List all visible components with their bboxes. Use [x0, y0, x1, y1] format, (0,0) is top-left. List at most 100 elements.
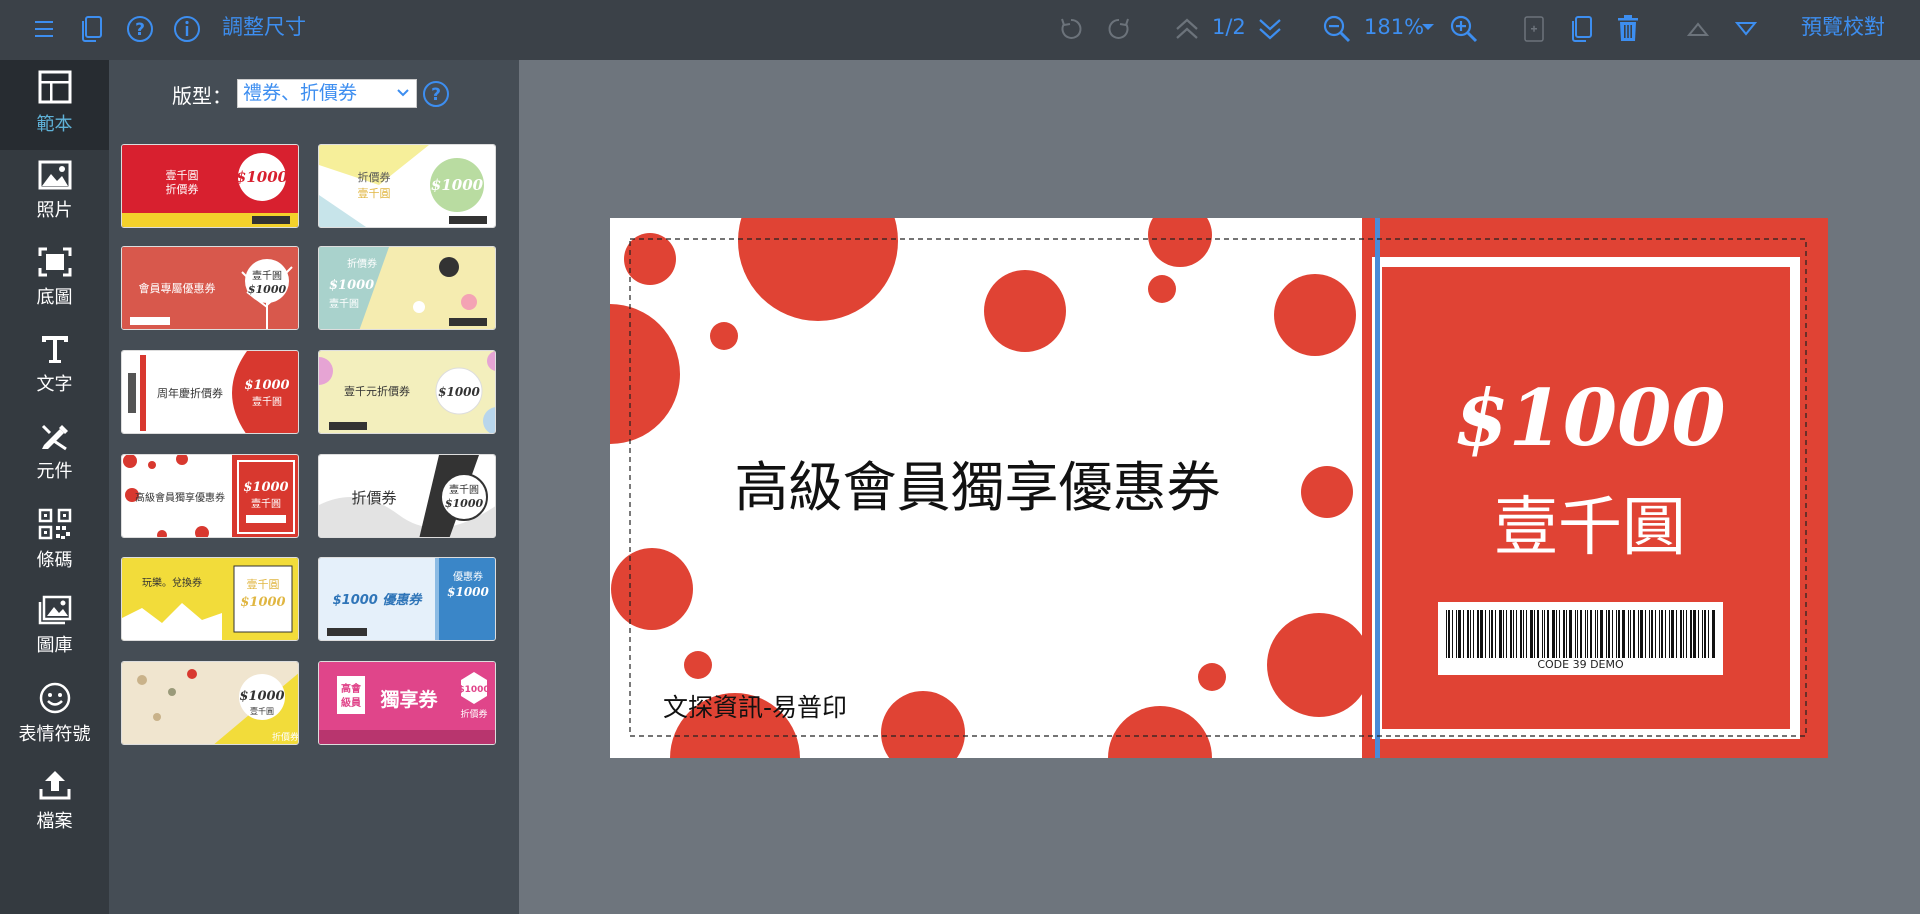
coupon-title[interactable]: 高級會員獨享優惠券	[610, 443, 1345, 522]
sidebar-item-label: 範本	[36, 114, 73, 135]
component-icon	[41, 424, 68, 451]
thumb-badge: 高會	[341, 682, 362, 695]
upload-icon	[39, 771, 70, 800]
thumb-subtitle: 壹千圓	[252, 395, 282, 408]
template-thumbnail[interactable]: 折價券 壹千圓 $1000	[318, 144, 496, 228]
thumb-amount: $1000	[329, 278, 374, 293]
thumb-amount: $1000	[447, 585, 489, 599]
pages-icon[interactable]	[80, 15, 104, 43]
copy-page-icon[interactable]	[1570, 15, 1594, 43]
sidebar-item-label: 條碼	[36, 550, 73, 571]
sidebar-item-text[interactable]: 文字	[0, 324, 109, 410]
template-thumbnail[interactable]: 壹千元折價券 $1000	[318, 350, 496, 434]
photo-icon	[38, 160, 71, 190]
sidebar-item-label: 表情符號	[18, 724, 91, 745]
template-help-icon[interactable]: ?	[422, 80, 450, 112]
thumb-title: 折價券	[351, 489, 396, 507]
template-type-label: 版型：	[172, 84, 232, 108]
sidebar-item-label: 元件	[36, 461, 73, 482]
next-page-icon[interactable]	[1257, 16, 1283, 42]
sidebar-item-templates[interactable]: 範本	[0, 60, 109, 150]
svg-text:?: ?	[431, 85, 441, 105]
chevron-down-icon	[397, 89, 409, 97]
thumb-subtitle: 壹千圓	[449, 483, 479, 496]
template-type-value: 禮券、折價券	[243, 82, 358, 104]
text-icon	[41, 336, 68, 363]
thumb-subtitle: 折價券	[166, 182, 199, 196]
zoom-level[interactable]: 181%	[1364, 17, 1424, 38]
coupon-amount-text[interactable]: 壹千圓	[1380, 476, 1800, 568]
background-icon	[38, 247, 71, 277]
thumb-subtitle: 壹千圓	[250, 706, 274, 716]
preview-button[interactable]: 預覽校對	[1801, 17, 1885, 38]
sidebar-item-barcode[interactable]: 條碼	[0, 498, 109, 584]
template-thumbnail[interactable]: $1000 優惠券 優惠券 $1000	[318, 557, 496, 641]
move-down-icon[interactable]	[1735, 20, 1757, 38]
sidebar-item-label: 檔案	[36, 811, 73, 832]
sidebar-item-background[interactable]: 底圖	[0, 237, 109, 323]
thumb-subtitle: 壹千圓	[252, 269, 282, 282]
add-page-icon[interactable]	[1523, 16, 1545, 42]
thumb-amount: $1000	[431, 176, 484, 194]
svg-text:?: ?	[135, 20, 145, 40]
company-name[interactable]: 文探資訊-易普印	[663, 688, 847, 724]
previous-page-icon[interactable]	[1174, 16, 1200, 42]
thumb-title: 獨享券	[379, 688, 438, 711]
move-up-icon[interactable]	[1687, 20, 1709, 38]
resize-button[interactable]: 調整尺寸	[222, 17, 306, 38]
qrcode-icon	[38, 508, 71, 540]
template-thumbnail[interactable]: 折價券 $1000 壹千圓	[318, 246, 496, 330]
delete-page-icon[interactable]	[1616, 14, 1640, 42]
template-thumbnail[interactable]: 折價券 壹千圓 $1000	[318, 454, 496, 538]
redo-icon[interactable]	[1106, 16, 1132, 42]
template-type-select[interactable]: 禮券、折價券	[237, 79, 417, 108]
coupon-amount[interactable]: $1000	[1380, 373, 1800, 464]
template-thumbnail[interactable]: 會員專屬優惠券 壹千圓 $1000	[121, 246, 299, 330]
sidebar-item-emoji[interactable]: 表情符號	[0, 672, 109, 758]
sidebar-item-photos[interactable]: 照片	[0, 150, 109, 236]
thumb-title: 玩樂。兌換券	[142, 576, 202, 589]
sidebar-item-components[interactable]: 元件	[0, 411, 109, 497]
design-canvas[interactable]: 高級會員獨享優惠券 $1000 壹千圓 CODE 39 DEMO 文探資訊-易普…	[610, 218, 1828, 758]
menu-icon[interactable]	[34, 19, 56, 39]
help-icon[interactable]: ?	[126, 15, 154, 43]
thumb-amount: $1000	[244, 378, 289, 393]
thumb-title: $1000	[239, 689, 284, 704]
zoom-out-icon[interactable]	[1323, 15, 1351, 43]
top-toolbar: ? 調整尺寸 1/2 181% 預覽校對	[0, 0, 1920, 60]
sidebar-item-label: 底圖	[36, 287, 73, 308]
sidebar-item-gallery[interactable]: 圖庫	[0, 585, 109, 671]
thumb-title: 壹千元折價券	[344, 384, 410, 398]
sidebar-item-label: 照片	[36, 200, 73, 221]
sidebar-item-files[interactable]: 檔案	[0, 759, 109, 845]
zoom-dropdown-icon[interactable]	[1421, 22, 1435, 32]
thumb-subtitle: 壹千圓	[251, 497, 281, 510]
undo-icon[interactable]	[1058, 16, 1084, 42]
thumb-amount: $1000	[236, 168, 289, 186]
thumb-amount: $1000	[243, 480, 288, 495]
zoom-in-icon[interactable]	[1450, 15, 1478, 43]
template-thumbnail[interactable]: 玩樂。兌換券 壹千圓 $1000	[121, 557, 299, 641]
template-thumbnail[interactable]: $1000 壹千圓 折價券	[121, 661, 299, 745]
template-thumbnail[interactable]: 高會 級員 獨享券 $1000 折價券	[318, 661, 496, 745]
sidebar: 範本 照片 底圖 文字 元件 條碼 圖庫 表情符號 檔案	[0, 60, 109, 914]
sidebar-item-label: 文字	[36, 374, 73, 395]
info-icon[interactable]	[173, 15, 201, 43]
template-thumbnail[interactable]: 周年慶折價券 $1000 壹千圓	[121, 350, 299, 434]
page-indicator: 1/2	[1212, 15, 1246, 39]
thumb-amount: $1000	[240, 595, 285, 610]
thumb-title: 壹千圓	[166, 169, 199, 182]
thumb-title: 高級會員獨享優惠券	[135, 491, 225, 504]
thumb-subtitle: 壹千圓	[247, 578, 280, 591]
thumb-title: 周年慶折價券	[157, 386, 223, 400]
thumb-subtitle: 折價券	[460, 708, 487, 720]
template-thumbnail[interactable]: 壹千圓 折價券 $1000	[121, 144, 299, 228]
thumb-title: $1000 優惠券	[333, 592, 424, 608]
template-thumbnail[interactable]: 高級會員獨享優惠券 $1000 壹千圓	[121, 454, 299, 538]
thumb-subtitle: 壹千圓	[358, 187, 391, 200]
thumb-amount: $1000	[445, 497, 484, 510]
thumb-amount: $1000	[458, 685, 489, 695]
thumb-title: 折價券	[347, 257, 377, 270]
thumb-subtitle: 壹千圓	[329, 297, 359, 310]
thumb-title: 會員專屬優惠券	[139, 281, 216, 295]
